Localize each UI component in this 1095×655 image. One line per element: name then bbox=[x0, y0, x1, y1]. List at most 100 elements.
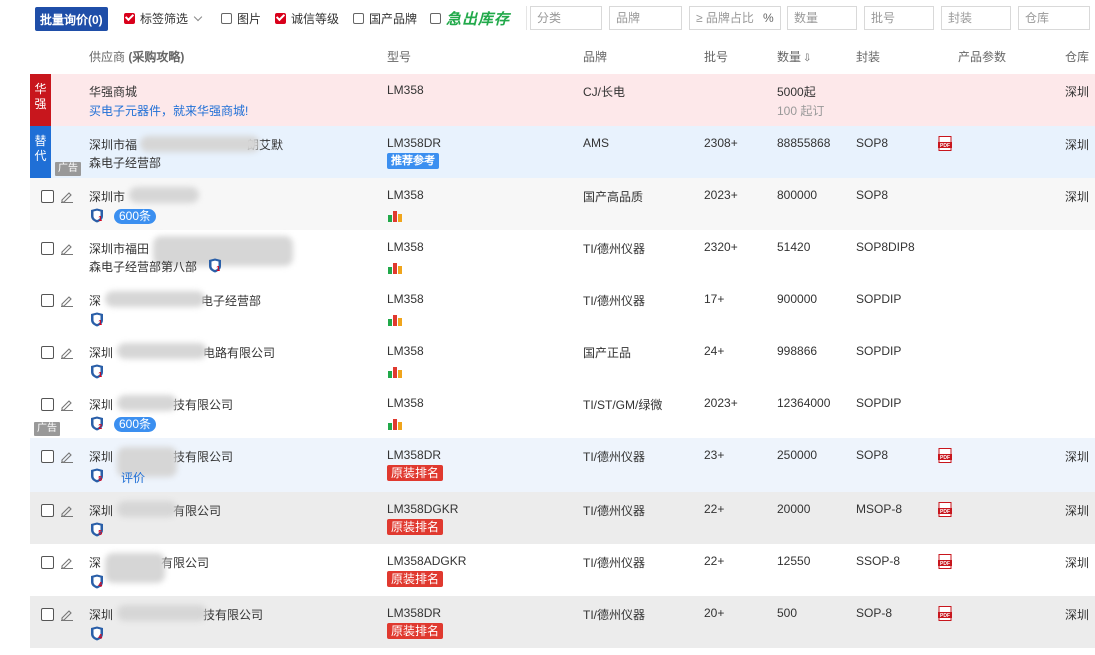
pencil-icon[interactable] bbox=[60, 397, 74, 411]
pencil-icon[interactable] bbox=[60, 189, 74, 203]
pencil-icon[interactable] bbox=[60, 293, 74, 307]
model-link[interactable]: LM358DR bbox=[387, 606, 441, 620]
pdf-icon[interactable]: PDF bbox=[938, 554, 952, 569]
row-checkbox[interactable] bbox=[41, 294, 54, 307]
pencil-icon[interactable] bbox=[60, 241, 74, 255]
huaqiang-name[interactable]: 华强商城 bbox=[89, 83, 137, 100]
table-row[interactable]: 深有限公司 4 LM358ADGKR 原装排名 TI/德州仪器 22+ 1255… bbox=[30, 544, 1095, 596]
pencil-icon[interactable] bbox=[60, 607, 74, 621]
supplier-name[interactable]: 深圳市 bbox=[89, 188, 125, 205]
row-checkbox[interactable] bbox=[41, 346, 54, 359]
quantity-input[interactable] bbox=[787, 6, 857, 30]
huaqiang-model[interactable]: LM358 bbox=[387, 83, 424, 97]
table-row[interactable]: 深圳 有限公司 5 LM358DGKR 原装排名 TI/德州仪器 22+ 2000… bbox=[30, 492, 1095, 544]
supplier-name-line2: 森电子经营部第八部 bbox=[89, 260, 198, 274]
model-link[interactable]: LM358 bbox=[387, 344, 424, 358]
brand-cell: TI/德州仪器 bbox=[583, 504, 645, 518]
row-checkbox[interactable] bbox=[41, 608, 54, 621]
purchase-guide-link[interactable]: (采购攻略) bbox=[128, 50, 184, 64]
model-link[interactable]: LM358 bbox=[387, 188, 424, 202]
pencil-icon[interactable] bbox=[60, 503, 74, 517]
row-checkbox[interactable] bbox=[41, 450, 54, 463]
review-link[interactable]: 评价 bbox=[121, 469, 145, 486]
row-checkbox[interactable] bbox=[41, 556, 54, 569]
pdf-icon[interactable]: PDF bbox=[938, 448, 952, 463]
batch-input[interactable] bbox=[864, 6, 934, 30]
image-checkbox[interactable] bbox=[221, 12, 232, 24]
huaqiang-warehouse: 深圳 bbox=[1065, 85, 1090, 99]
row-checkbox[interactable] bbox=[41, 504, 54, 517]
category-input[interactable] bbox=[530, 6, 602, 30]
tag-filter-label: 标签筛选 bbox=[140, 11, 189, 26]
redacted-blur bbox=[117, 395, 177, 411]
pdf-icon[interactable]: PDF bbox=[938, 502, 952, 517]
svg-text:PDF: PDF bbox=[940, 613, 950, 619]
tag-filter-checkbox[interactable] bbox=[124, 12, 135, 24]
warehouse-input[interactable] bbox=[1018, 6, 1090, 30]
record-count-pill[interactable]: 600条 bbox=[114, 209, 157, 224]
model-link[interactable]: LM358DR bbox=[387, 448, 441, 462]
supplier-name[interactable]: 深圳市福田 bbox=[89, 240, 149, 257]
row-checkbox[interactable] bbox=[41, 398, 54, 411]
pdf-icon[interactable]: PDF bbox=[938, 136, 952, 151]
package-cell: SOPDIP bbox=[856, 396, 902, 410]
package-cell: SOPDIP bbox=[856, 344, 902, 358]
package-cell: SOP8 bbox=[856, 448, 889, 462]
image-filter[interactable]: 图片 bbox=[221, 6, 261, 30]
row-checkbox[interactable] bbox=[41, 242, 54, 255]
model-link[interactable]: LM358 bbox=[387, 292, 424, 306]
package-input[interactable] bbox=[941, 6, 1011, 30]
credit-shield-icon: 4 bbox=[91, 574, 103, 589]
substitute-brand: AMS bbox=[583, 136, 610, 150]
pencil-icon[interactable] bbox=[60, 449, 74, 463]
table-row[interactable]: 深圳 技有限公司 5 评价 LM358DR 原装排名 TI/德州仪器 23+ 25… bbox=[30, 438, 1095, 492]
table-row[interactable]: 深圳 电路有限公司 1 LM358 国产正品 24+ 998866 SOPDIP bbox=[30, 334, 1095, 386]
express-stock-checkbox[interactable] bbox=[430, 12, 441, 24]
credit-shield-icon: 4 bbox=[91, 626, 103, 641]
brand-cell: TI/德州仪器 bbox=[583, 294, 645, 308]
express-stock-filter[interactable]: 急出库存 bbox=[430, 6, 510, 30]
package-cell: SSOP-8 bbox=[856, 554, 901, 568]
header-qty-sort[interactable]: 数量 ⇩ bbox=[777, 48, 811, 65]
huaqiang-row[interactable]: 华强 华强商城 买电子元器件，就来华强商城! LM358 CJ/长电 5000起… bbox=[30, 74, 1095, 126]
domestic-filter[interactable]: 国产品牌 bbox=[353, 6, 417, 30]
record-count-pill[interactable]: 600条 bbox=[114, 417, 157, 432]
model-link[interactable]: LM358ADGKR bbox=[387, 554, 466, 568]
pencil-icon[interactable] bbox=[60, 345, 74, 359]
package-cell: MSOP-8 bbox=[856, 502, 903, 516]
pdf-icon[interactable]: PDF bbox=[938, 606, 952, 621]
warehouse-cell: 深圳 bbox=[1065, 608, 1090, 622]
credit-checkbox[interactable] bbox=[275, 12, 286, 24]
svg-text:5: 5 bbox=[98, 530, 102, 537]
model-link[interactable]: LM358DGKR bbox=[387, 502, 458, 516]
table-row[interactable]: 深圳市福田 森电子经营部第八部 1 LM358 TI/德州仪器 2320+ 51… bbox=[30, 230, 1095, 282]
substitute-package: SOP8 bbox=[856, 136, 889, 150]
image-label: 图片 bbox=[237, 11, 262, 26]
huaqiang-slogan[interactable]: 买电子元器件，就来华强商城! bbox=[89, 102, 248, 119]
package-cell: SOP8DIP8 bbox=[856, 240, 915, 254]
row-checkbox[interactable] bbox=[41, 190, 54, 203]
batch-cell: 2320+ bbox=[704, 240, 738, 254]
pencil-icon[interactable] bbox=[60, 555, 74, 569]
credit-filter[interactable]: 诚信等级 bbox=[275, 6, 339, 30]
table-row[interactable]: 深圳 技有限公司 4 LM358DR 原装排名 TI/德州仪器 20+ 500 S… bbox=[30, 596, 1095, 648]
header-params: 产品参数 bbox=[958, 50, 1007, 64]
qty-cell: 998866 bbox=[777, 344, 818, 358]
credit-shield-icon: 5 bbox=[91, 522, 103, 537]
batch-cell: 2023+ bbox=[704, 188, 738, 202]
svg-text:4: 4 bbox=[98, 582, 102, 589]
tag-filter-dropdown[interactable]: 标签筛选 bbox=[124, 6, 203, 30]
brand-input[interactable] bbox=[609, 6, 682, 30]
table-row[interactable]: 深电子经营部 1 LM358 TI/德州仪器 17+ 900000 SOPDIP bbox=[30, 282, 1095, 334]
batch-inquiry-button[interactable]: 批量询价(0) bbox=[35, 7, 108, 31]
substitute-warehouse: 深圳 bbox=[1065, 138, 1090, 152]
substitute-model[interactable]: LM358DR bbox=[387, 136, 441, 150]
qty-cell: 12364000 bbox=[777, 396, 831, 410]
brand-cell: TI/ST/GM/绿微 bbox=[583, 398, 663, 412]
domestic-checkbox[interactable] bbox=[353, 12, 364, 24]
substitute-row[interactable]: 替代 广告 深圳市福 朗艾默 森电子经营部 LM358DR 推荐参考 AMS 23… bbox=[30, 126, 1095, 178]
model-link[interactable]: LM358 bbox=[387, 396, 424, 410]
table-row[interactable]: 广告 深圳 技有限公司 2 600条 LM358 TI/ST/GM/绿微 2023… bbox=[30, 386, 1095, 438]
model-link[interactable]: LM358 bbox=[387, 240, 424, 254]
table-row[interactable]: 深圳市 1 600条 LM358 国产高品质 2023+ 800000 SOP8… bbox=[30, 178, 1095, 230]
